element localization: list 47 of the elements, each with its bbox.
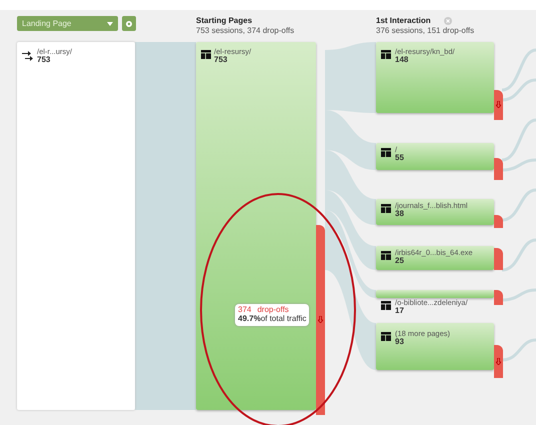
flow-band (325, 110, 376, 170)
node-count: 55 (395, 154, 404, 162)
drop-off-label: drop-offs (257, 305, 289, 314)
page-icon (381, 301, 391, 310)
dropdown[interactable]: Landing Page (17, 16, 118, 31)
page-node[interactable] (196, 42, 316, 410)
page-node[interactable] (376, 246, 494, 270)
drop-off-bar[interactable] (494, 248, 503, 270)
percent-label: of total traffic (260, 314, 306, 323)
settings-icon (125, 20, 133, 28)
drop-off-count: 374 (238, 305, 252, 314)
percent-value: 49.7% (238, 314, 261, 323)
page-node[interactable] (376, 42, 494, 113)
page-node[interactable] (376, 323, 494, 370)
column-title: Starting Pages (196, 17, 252, 25)
flow-line (502, 238, 536, 272)
arrows-icon (22, 50, 34, 61)
settings-button[interactable] (122, 16, 136, 31)
page-node[interactable] (376, 199, 494, 225)
node-count: 148 (395, 56, 408, 64)
page-icon (381, 204, 391, 213)
page-icon (381, 50, 391, 59)
page-node[interactable] (376, 290, 494, 298)
page-node[interactable] (376, 143, 494, 170)
drop-off-bar[interactable] (494, 158, 503, 180)
page-icon (381, 251, 391, 260)
flow-line (502, 188, 536, 222)
flow-line (502, 288, 536, 302)
column-title: 1st Interaction (376, 17, 431, 25)
node-count: 93 (395, 338, 404, 346)
node-count: 38 (395, 210, 404, 218)
drop-off-bar[interactable] (494, 215, 503, 228)
node-count: 753 (214, 56, 228, 64)
caret-icon (107, 22, 113, 26)
node-count: 17 (395, 307, 404, 315)
drop-off-bar[interactable] (494, 90, 503, 120)
page-icon (381, 148, 391, 157)
column-summary: 753 sessions, 374 drop-offs (196, 27, 294, 35)
flow-line (502, 338, 536, 362)
page-icon (381, 332, 391, 341)
page-icon (201, 50, 211, 59)
drop-off-bar[interactable] (494, 290, 503, 305)
flow-band (325, 42, 376, 113)
column-summary: 376 sessions, 151 drop-offs (376, 27, 474, 35)
node-count: 25 (395, 257, 404, 265)
drop-off-bar[interactable] (494, 345, 503, 378)
node-count: 753 (37, 56, 50, 64)
